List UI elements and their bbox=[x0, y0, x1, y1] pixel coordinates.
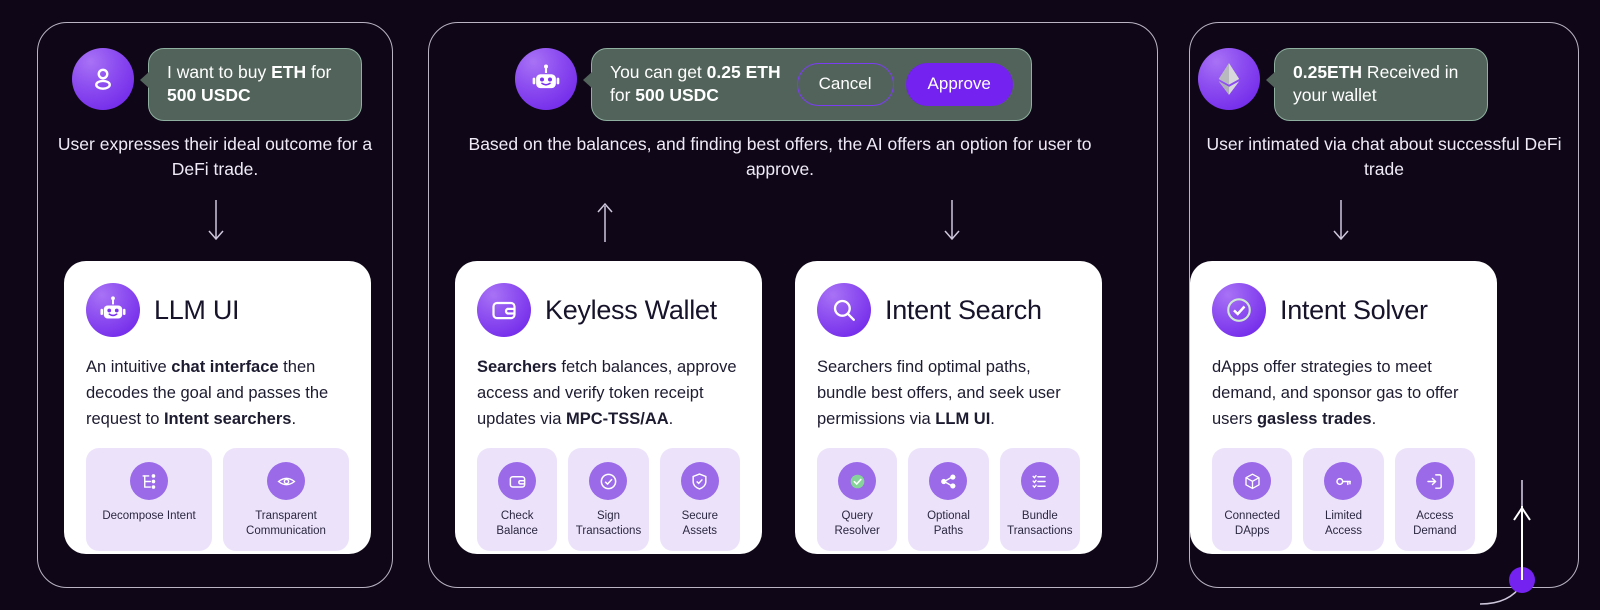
bubble-ai-message: You can get 0.25 ETH for 500 USDC Cancel… bbox=[583, 48, 1032, 121]
down-arrow-icon-1 bbox=[205, 200, 227, 249]
chat-row-user: I want to buy ETH for 500 USDC bbox=[72, 48, 362, 121]
chip-transparent-communication[interactable]: Transparent Communication bbox=[223, 448, 349, 551]
chip-access-demand[interactable]: Access Demand bbox=[1394, 448, 1475, 551]
chip-label: Transparent Communication bbox=[246, 510, 326, 537]
cancel-button[interactable]: Cancel bbox=[796, 62, 894, 106]
card-title: LLM UI bbox=[154, 294, 240, 325]
bubble-user-message: I want to buy ETH for 500 USDC bbox=[140, 48, 362, 121]
approve-button[interactable]: Approve bbox=[905, 62, 1013, 106]
avatar-ai bbox=[515, 48, 577, 110]
card-description: Searchers fetch balances, approve access… bbox=[477, 358, 737, 429]
chip-label: Check Balance bbox=[496, 510, 538, 537]
user-icon bbox=[88, 64, 118, 94]
chip-label: Query Resolver bbox=[834, 510, 880, 537]
card-chips: Check Balance Sign Transactions Secure A… bbox=[477, 448, 740, 551]
bubble-result-text: 0.25ETH Received in your wallet bbox=[1293, 62, 1459, 106]
eye-icon bbox=[267, 462, 305, 501]
chip-label: Secure Assets bbox=[681, 510, 719, 537]
card-header: Intent Search bbox=[817, 283, 1080, 337]
caption-user: User expresses their ideal outcome for a… bbox=[57, 134, 373, 180]
check-circle-icon bbox=[589, 462, 628, 501]
decompose-icon bbox=[130, 462, 168, 501]
bubble-user-text: I want to buy ETH for 500 USDC bbox=[167, 62, 332, 106]
chip-label: Optional Paths bbox=[927, 510, 970, 537]
chip-check-balance[interactable]: Check Balance bbox=[477, 448, 558, 551]
bubble-action-buttons: Cancel Approve bbox=[796, 62, 1013, 106]
chip-secure-assets[interactable]: Secure Assets bbox=[659, 448, 740, 551]
card-title: Intent Search bbox=[885, 294, 1042, 325]
down-arrow-icon-2 bbox=[941, 200, 963, 249]
chip-decompose-intent[interactable]: Decompose Intent bbox=[86, 448, 212, 551]
bubble-ai-text: You can get 0.25 ETH for 500 USDC bbox=[610, 62, 781, 106]
wallet-icon bbox=[477, 283, 531, 337]
robot-icon bbox=[530, 63, 562, 95]
chip-label: Sign Transactions bbox=[575, 510, 642, 537]
chip-label: Decompose Intent bbox=[102, 510, 196, 523]
chip-limited-access[interactable]: Limited Access bbox=[1303, 448, 1384, 551]
wallet-icon bbox=[498, 462, 537, 501]
card-title: Intent Solver bbox=[1280, 294, 1428, 325]
chat-row-ai: You can get 0.25 ETH for 500 USDC Cancel… bbox=[515, 48, 1032, 121]
avatar-ethereum bbox=[1198, 48, 1260, 110]
chip-label: Limited Access bbox=[1324, 510, 1363, 537]
chip-label: Bundle Transactions bbox=[1007, 510, 1073, 537]
branch-icon bbox=[929, 462, 968, 501]
list-icon bbox=[1020, 462, 1059, 501]
search-icon bbox=[817, 283, 871, 337]
login-icon bbox=[1415, 462, 1454, 501]
chip-sign-transactions[interactable]: Sign Transactions bbox=[568, 448, 649, 551]
ethereum-icon bbox=[1216, 62, 1242, 96]
card-description: An intuitive chat interface then decodes… bbox=[86, 358, 329, 429]
card-title: Keyless Wallet bbox=[545, 294, 717, 325]
key-icon bbox=[1324, 462, 1363, 501]
card-chips: Connected DApps Limited Access Access De… bbox=[1212, 448, 1475, 551]
card-header: Intent Solver bbox=[1212, 283, 1475, 337]
card-intent-search[interactable]: Intent Search Searchers find optimal pat… bbox=[795, 261, 1102, 554]
card-chips: Query Resolver Optional Paths Bundle Tra… bbox=[817, 448, 1080, 551]
chip-connected-dapps[interactable]: Connected DApps bbox=[1212, 448, 1293, 551]
caption-result: User intimated via chat about successful… bbox=[1206, 134, 1562, 180]
diagram-canvas: I want to buy ETH for 500 USDC User expr… bbox=[0, 0, 1600, 610]
chip-optional-paths[interactable]: Optional Paths bbox=[908, 448, 989, 551]
caption-ai: Based on the balances, and finding best … bbox=[468, 134, 1092, 180]
chip-label: Access Demand bbox=[1413, 510, 1457, 537]
green-check-icon bbox=[838, 462, 877, 501]
avatar-user bbox=[72, 48, 134, 110]
chip-bundle-transactions[interactable]: Bundle Transactions bbox=[999, 448, 1080, 551]
cube-icon bbox=[1233, 462, 1272, 501]
chat-row-result: 0.25ETH Received in your wallet bbox=[1198, 48, 1488, 121]
card-llm-ui[interactable]: LLM UI An intuitive chat interface then … bbox=[64, 261, 371, 554]
card-chips: Decompose Intent Transparent Communicati… bbox=[86, 448, 349, 551]
chip-label: Connected DApps bbox=[1224, 510, 1280, 537]
card-description: dApps offer strategies to meet demand, a… bbox=[1212, 358, 1459, 429]
robot-icon bbox=[86, 283, 140, 337]
card-header: Keyless Wallet bbox=[477, 283, 740, 337]
card-keyless-wallet[interactable]: Keyless Wallet Searchers fetch balances,… bbox=[455, 261, 762, 554]
flow-connector-loopback bbox=[1479, 480, 1600, 610]
chip-query-resolver[interactable]: Query Resolver bbox=[817, 448, 898, 551]
up-arrow-icon-1 bbox=[594, 200, 616, 249]
card-description: Searchers find optimal paths, bundle bes… bbox=[817, 358, 1061, 429]
bubble-result-message: 0.25ETH Received in your wallet bbox=[1266, 48, 1488, 121]
card-intent-solver[interactable]: Intent Solver dApps offer strategies to … bbox=[1190, 261, 1497, 554]
card-header: LLM UI bbox=[86, 283, 349, 337]
down-arrow-icon-3 bbox=[1330, 200, 1352, 249]
shield-check-icon bbox=[680, 462, 719, 501]
check-circle-icon bbox=[1212, 283, 1266, 337]
